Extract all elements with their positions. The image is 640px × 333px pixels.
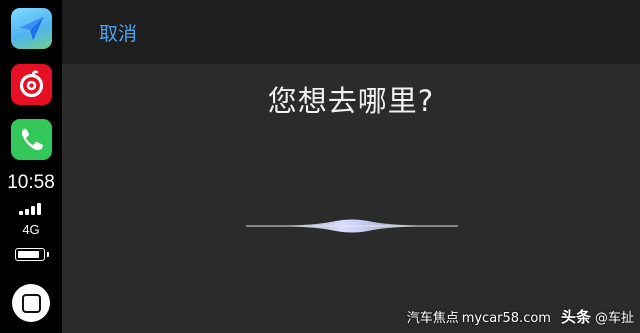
phone-app-icon[interactable] <box>11 119 52 160</box>
watermark-site: mycar58.com <box>461 311 551 326</box>
cancel-button[interactable]: 取消 <box>99 19 137 46</box>
carplay-sidebar: 10:58 4G <box>0 0 62 333</box>
battery-icon <box>15 248 49 261</box>
home-button[interactable] <box>12 284 50 322</box>
top-bar: 取消 <box>62 0 640 64</box>
clock-time: 10:58 <box>7 172 55 193</box>
destination-prompt: 您想去哪里? <box>267 84 435 118</box>
watermark-author: @车扯 <box>594 311 634 326</box>
home-square-icon <box>21 293 41 313</box>
watermark: 汽车焦点 mycar58.com 头条 @车扯 <box>407 306 634 327</box>
watermark-left-text: 汽车焦点 <box>406 311 459 326</box>
watermark-toutiao: 头条 <box>560 308 591 326</box>
maps-app-icon[interactable] <box>11 8 52 49</box>
signal-strength-icon <box>19 203 45 215</box>
netease-music-app-icon[interactable] <box>11 64 52 105</box>
siri-waveform-icon <box>246 219 458 233</box>
network-type-label: 4G <box>22 222 40 237</box>
